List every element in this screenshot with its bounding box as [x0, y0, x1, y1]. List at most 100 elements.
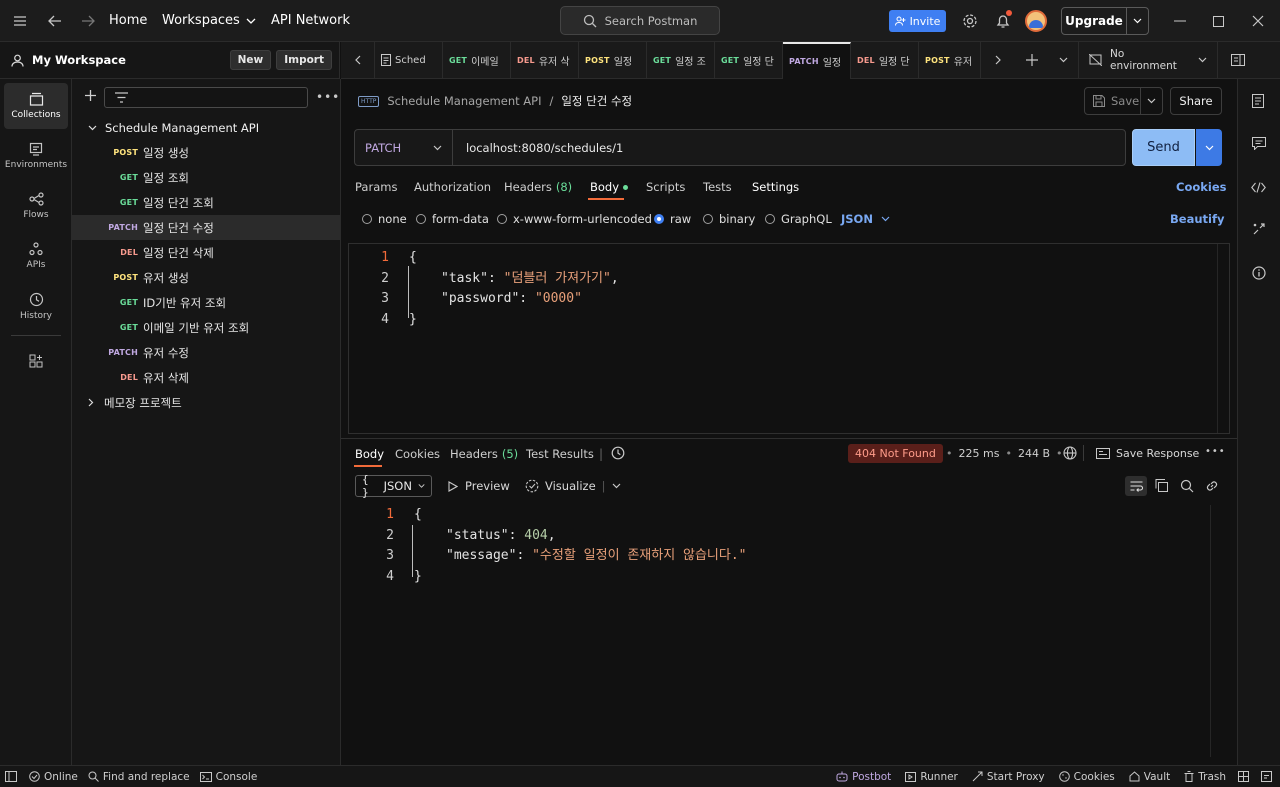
tab-body[interactable]: Body: [590, 180, 629, 194]
back-arrow-icon[interactable]: [42, 8, 68, 34]
runner-button[interactable]: Runner: [905, 771, 958, 783]
tab-request-active[interactable]: PATCH 일정: [783, 41, 851, 79]
tab-request[interactable]: GET 일정 단: [715, 41, 783, 79]
upgrade-dropdown-icon[interactable]: [1126, 8, 1148, 34]
tab-params[interactable]: Params: [355, 180, 397, 194]
rail-flows[interactable]: Flows: [4, 183, 68, 229]
import-button[interactable]: Import: [276, 50, 332, 70]
tree-collection-memo[interactable]: 메모장 프로젝트: [72, 390, 340, 415]
avatar[interactable]: [1025, 10, 1047, 32]
upgrade-button[interactable]: Upgrade: [1061, 7, 1149, 35]
tabs-scroll-left-icon[interactable]: [341, 41, 375, 79]
radio-binary[interactable]: binary: [703, 212, 755, 226]
send-dropdown-icon[interactable]: [1196, 129, 1222, 166]
visualize-button[interactable]: Visualize |: [525, 479, 621, 493]
tab-headers[interactable]: Headers (8): [504, 180, 572, 194]
comments-icon[interactable]: [1252, 137, 1266, 153]
tab-request[interactable]: GET 일정 조: [647, 41, 715, 79]
tab-request[interactable]: DEL 일정 단: [851, 41, 919, 79]
toggle-sidebar-icon[interactable]: [5, 771, 17, 782]
tree-request[interactable]: GET ID기반 유저 조회: [72, 290, 340, 315]
status-badge[interactable]: 404 Not Found: [848, 444, 943, 463]
rail-environments[interactable]: Environments: [4, 133, 68, 179]
find-replace-button[interactable]: Find and replace: [88, 771, 190, 783]
tree-collection-schedule[interactable]: Schedule Management API: [72, 115, 340, 140]
cookies-button[interactable]: Cookies: [1058, 771, 1115, 783]
format-selector[interactable]: JSON: [841, 212, 890, 226]
tabs-menu-chevron-icon[interactable]: [1049, 41, 1079, 79]
link-icon[interactable]: [1205, 479, 1219, 496]
maximize-window-icon[interactable]: [1205, 8, 1231, 34]
nav-api-network[interactable]: API Network: [271, 13, 350, 28]
help-icon[interactable]: [1261, 771, 1272, 782]
tree-request[interactable]: GET 일정 단건 조회: [72, 190, 340, 215]
preview-button[interactable]: Preview: [448, 479, 510, 493]
new-button[interactable]: New: [229, 50, 272, 70]
related-collections-icon[interactable]: [1252, 222, 1266, 239]
response-tab-test-results[interactable]: Test Results: [526, 447, 594, 461]
search-bar[interactable]: Search Postman: [560, 6, 720, 35]
documentation-icon[interactable]: [1252, 94, 1264, 111]
environment-selector[interactable]: No environment: [1079, 41, 1218, 79]
tab-request[interactable]: Sched: [375, 41, 443, 79]
response-scrollbar[interactable]: [1210, 505, 1222, 757]
tab-tests[interactable]: Tests: [703, 180, 732, 194]
tree-request[interactable]: DEL 일정 단건 삭제: [72, 240, 340, 265]
notifications-bell-icon[interactable]: [990, 8, 1016, 34]
menu-icon[interactable]: [7, 8, 33, 34]
invite-button[interactable]: Invite: [889, 10, 946, 32]
tree-request[interactable]: GET 일정 조회: [72, 165, 340, 190]
save-response-button[interactable]: Save Response: [1096, 447, 1199, 460]
response-tab-body[interactable]: Body: [355, 447, 384, 461]
response-more-icon[interactable]: •••: [1205, 446, 1226, 457]
save-dropdown-icon[interactable]: [1140, 88, 1162, 114]
send-button[interactable]: Send: [1132, 129, 1195, 166]
environment-quick-look-icon[interactable]: [1218, 42, 1258, 79]
postbot-button[interactable]: Postbot: [836, 771, 891, 783]
url-input[interactable]: localhost:8080/schedules/1: [466, 141, 623, 155]
add-collection-icon[interactable]: [84, 89, 97, 105]
response-size[interactable]: 244 B: [1018, 447, 1050, 460]
trash-button[interactable]: Trash: [1184, 771, 1226, 783]
online-status[interactable]: Online: [29, 771, 78, 783]
response-format-selector[interactable]: { } JSON: [355, 473, 432, 499]
vault-button[interactable]: Vault: [1129, 771, 1170, 783]
rail-collections[interactable]: Collections: [4, 83, 68, 129]
editor-scrollbar[interactable]: [1217, 244, 1229, 433]
close-window-icon[interactable]: [1245, 8, 1271, 34]
response-time[interactable]: 225 ms: [959, 447, 1000, 460]
tab-settings[interactable]: Settings: [752, 180, 799, 194]
wrap-lines-icon[interactable]: [1125, 476, 1147, 496]
response-body-viewer[interactable]: 1{ 2 "status": 404, 3 "message": "수정할 일정이 …: [348, 503, 1222, 760]
share-button[interactable]: Share: [1170, 87, 1222, 115]
tab-request[interactable]: GET 이메일: [443, 41, 511, 79]
tabs-scroll-right-icon[interactable]: [981, 42, 1015, 79]
method-selector[interactable]: PATCH: [355, 130, 453, 165]
nav-workspaces[interactable]: Workspaces: [162, 13, 256, 28]
rail-apis[interactable]: APIs: [4, 233, 68, 279]
tree-request[interactable]: DEL 유저 삭제: [72, 365, 340, 390]
layout-grid-icon[interactable]: [1238, 771, 1249, 782]
search-response-icon[interactable]: [1180, 479, 1194, 496]
tree-request[interactable]: POST 일정 생성: [72, 140, 340, 165]
response-tab-cookies[interactable]: Cookies: [395, 447, 440, 461]
cookies-link[interactable]: Cookies: [1176, 180, 1226, 194]
tree-request[interactable]: GET 이메일 기반 유저 조회: [72, 315, 340, 340]
tree-request[interactable]: PATCH 유저 수정: [72, 340, 340, 365]
forward-arrow-icon[interactable]: [75, 8, 101, 34]
tab-request[interactable]: POST 일정: [579, 41, 647, 79]
tab-authorization[interactable]: Authorization: [414, 180, 491, 194]
request-body-editor[interactable]: 1{ 2 "task": "덤블러 가져가기", 3 "password": "00…: [348, 243, 1230, 434]
tab-request[interactable]: POST 유저: [919, 41, 981, 79]
save-button[interactable]: Save: [1084, 87, 1163, 115]
radio-none[interactable]: none: [362, 212, 407, 226]
beautify-link[interactable]: Beautify: [1170, 212, 1224, 226]
configure-sidebar-icon[interactable]: [0, 354, 71, 368]
tree-request[interactable]: POST 유저 생성: [72, 265, 340, 290]
tab-request[interactable]: DEL 유저 삭: [511, 41, 579, 79]
request-title[interactable]: 일정 단건 수정: [561, 93, 632, 109]
workspace-name[interactable]: My Workspace: [32, 53, 126, 67]
breadcrumb-collection[interactable]: Schedule Management API: [387, 94, 541, 108]
minimize-window-icon[interactable]: [1167, 8, 1193, 34]
more-options-icon[interactable]: •••: [316, 90, 340, 104]
